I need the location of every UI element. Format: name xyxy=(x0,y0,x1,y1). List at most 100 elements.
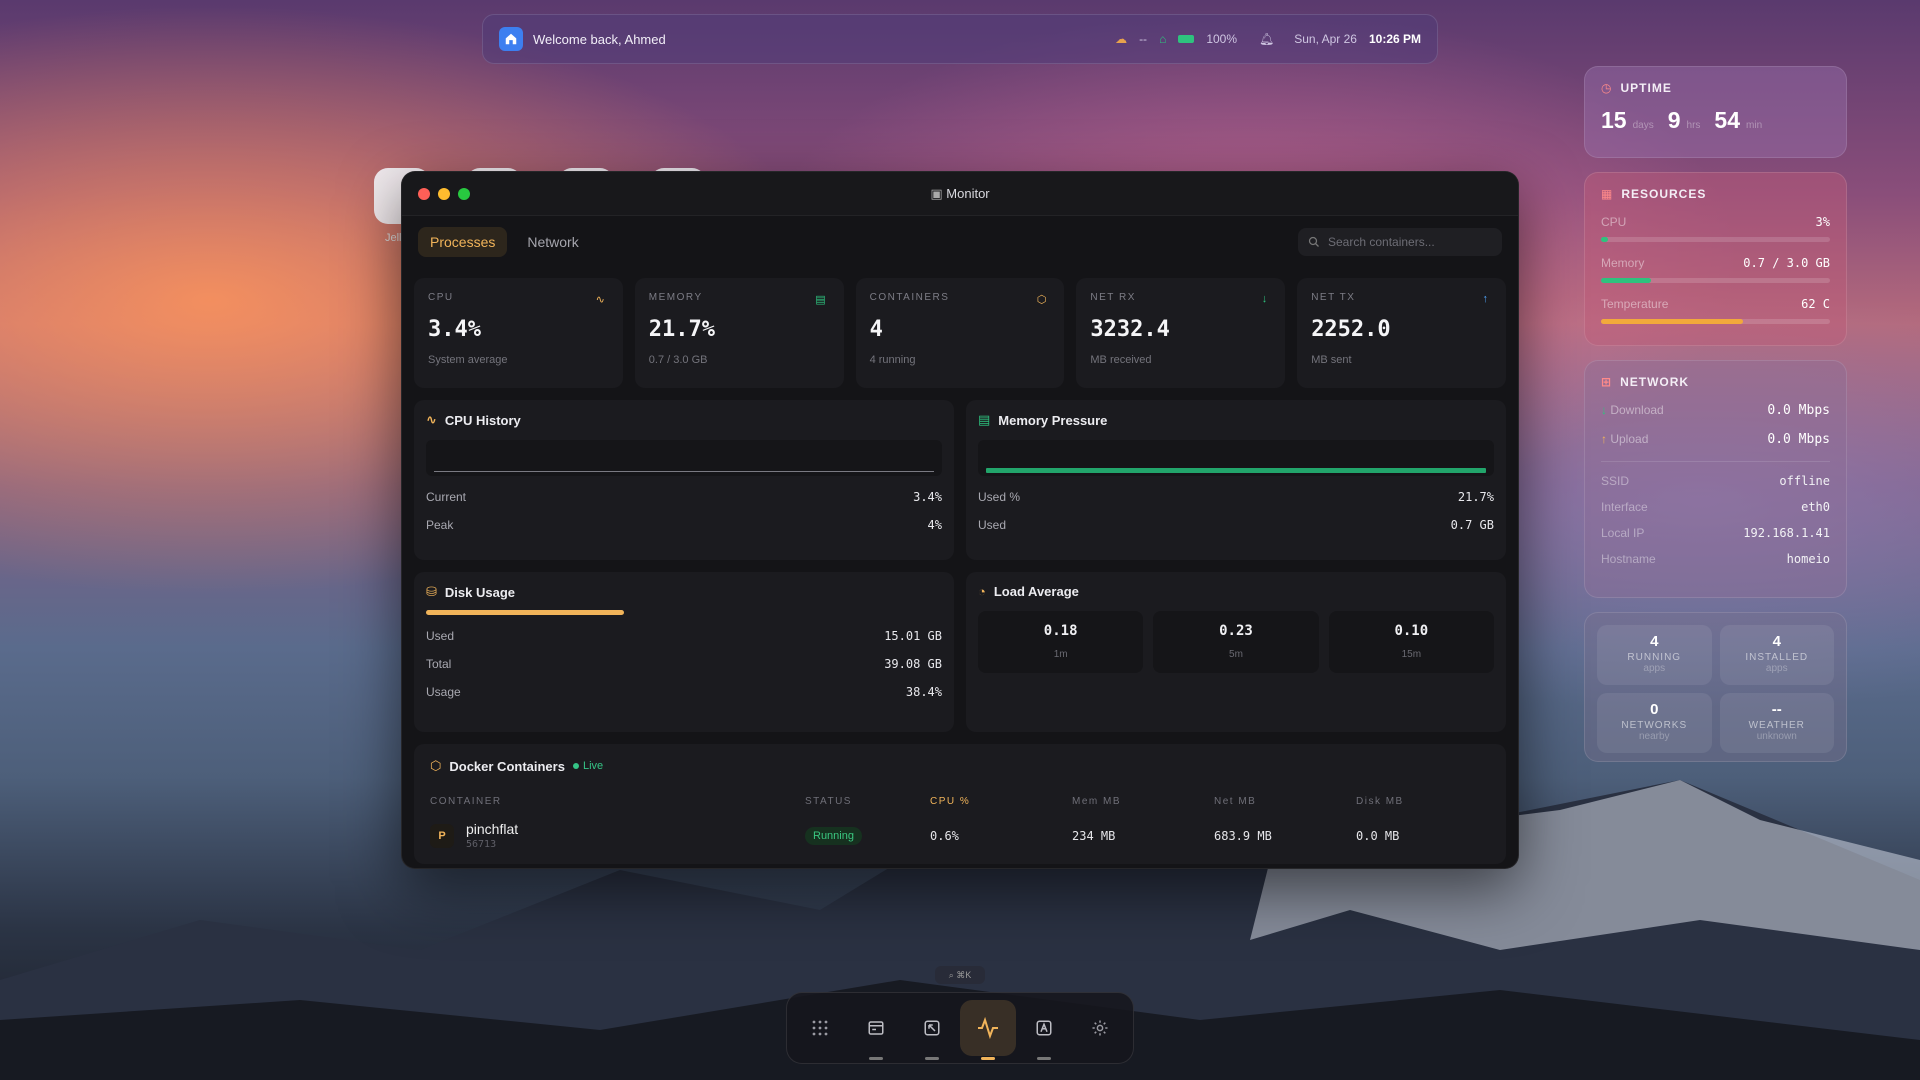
uptime-hours-unit: hrs xyxy=(1686,120,1701,131)
col-disk[interactable]: Disk MB xyxy=(1356,796,1476,807)
col-mem[interactable]: Mem MB xyxy=(1072,796,1214,807)
panel-title: Memory Pressure xyxy=(998,412,1108,428)
stat-label: MEMORY xyxy=(648,292,703,303)
row-label: Current xyxy=(426,490,467,504)
desktop-app-label: Jell xyxy=(385,232,402,244)
box-icon: ⬡ xyxy=(1036,294,1047,306)
dock-monitor[interactable] xyxy=(960,1000,1016,1060)
tile-installed[interactable]: 4 INSTALLED apps xyxy=(1719,625,1834,685)
monitor-window: ▣ Monitor Processes Network CPU ∿ 3.4% S… xyxy=(401,171,1519,869)
load-cell-5m: 0.23 5m xyxy=(1153,611,1319,673)
network-icon: ⌂ xyxy=(1159,32,1167,46)
row-label: Used xyxy=(978,518,1007,532)
maximize-button[interactable] xyxy=(458,187,470,200)
weather-icon: ☁ xyxy=(1115,32,1128,46)
info-value: offline xyxy=(1779,474,1830,488)
dock-app-launcher[interactable] xyxy=(792,1000,848,1056)
stat-card-net-tx: NET TX ↑ 2252.0 MB sent xyxy=(1297,278,1506,388)
uptime-minutes-unit: min xyxy=(1746,120,1763,131)
dock-settings[interactable] xyxy=(1072,1000,1128,1056)
memory-pressure-panel: ▤ Memory Pressure Used % 21.7% Used 0.7 GB xyxy=(966,400,1506,560)
row-value: 39.08 GB xyxy=(884,657,942,671)
uptime-days: 15 xyxy=(1601,107,1627,133)
activity-icon: ∿ xyxy=(426,412,437,427)
search-input[interactable] xyxy=(1328,235,1488,249)
col-net[interactable]: Net MB xyxy=(1214,796,1356,807)
disk-usage-panel: ⛁ Disk Usage Used 15.01 GB Total 39.08 GB U… xyxy=(414,572,954,732)
mem-cell: 234 MB xyxy=(1072,828,1116,843)
chart-icon: ▦ xyxy=(1601,187,1614,201)
container-avatar: P xyxy=(430,823,454,848)
col-cpu[interactable]: CPU % xyxy=(930,796,1072,807)
search-icon xyxy=(1308,236,1319,247)
tab-network[interactable]: Network xyxy=(515,227,590,257)
upload-label: Upload xyxy=(1610,432,1649,446)
tile-sub: apps xyxy=(1765,663,1788,674)
stat-card-net-rx: NET RX ↓ 3232.4 MB received xyxy=(1076,278,1286,388)
clock-icon: ◷ xyxy=(1601,81,1613,95)
disk-icon: ⛁ xyxy=(426,584,437,599)
table-row[interactable]: P pinchflat 56713 Running 0.6% 234 MB 68… xyxy=(430,821,1490,850)
tile-number: 0 xyxy=(1650,701,1659,718)
close-button[interactable] xyxy=(418,187,430,200)
resource-track xyxy=(1601,278,1830,283)
row-value: 21.7% xyxy=(1457,490,1494,504)
dock-app-store[interactable] xyxy=(1016,1000,1072,1060)
minimize-button[interactable] xyxy=(438,187,450,200)
download-icon: ↓ xyxy=(1601,403,1611,417)
panel-title: Docker Containers xyxy=(449,758,565,774)
arrow-down-icon: ↓ xyxy=(1261,293,1268,305)
tile-networks[interactable]: 0 NETWORKS nearby xyxy=(1597,693,1712,753)
box-icon: ⬡ xyxy=(430,758,442,773)
summary-tiles-widget: 4 RUNNING apps 4 INSTALLED apps 0 NETWORKS nea… xyxy=(1584,612,1847,762)
col-container[interactable]: CONTAINER xyxy=(430,796,805,807)
time-text: 10:26 PM xyxy=(1368,32,1421,46)
load-value: 0.10 xyxy=(1394,623,1429,639)
cursor-icon xyxy=(924,1020,940,1036)
tile-running[interactable]: 4 RUNNING apps xyxy=(1597,625,1712,685)
dock-files[interactable] xyxy=(848,1000,904,1060)
grid-icon xyxy=(812,1020,828,1036)
widget-title: NETWORK xyxy=(1620,375,1690,389)
widget-title: RESOURCES xyxy=(1621,187,1707,201)
docker-containers-panel: ⬡ Docker Containers Live CONTAINER STATU… xyxy=(414,744,1506,864)
row-label: Peak xyxy=(426,518,454,532)
info-label: SSID xyxy=(1601,474,1630,488)
stat-value: 3.4% xyxy=(428,317,481,342)
tile-sub: unknown xyxy=(1756,731,1797,742)
load-cell-15m: 0.10 15m xyxy=(1328,611,1494,673)
download-label: Download xyxy=(1610,403,1664,417)
load-value: 0.23 xyxy=(1219,623,1253,639)
uptime-widget: ◷ UPTIME 15 days 9 hrs 54 min xyxy=(1584,66,1847,158)
tile-sub: apps xyxy=(1643,663,1666,674)
info-value: homeio xyxy=(1786,552,1830,566)
weather-value: -- xyxy=(1139,32,1148,46)
dock-remote[interactable] xyxy=(904,1000,960,1060)
stat-sub: 0.7 / 3.0 GB xyxy=(648,354,708,366)
home-icon[interactable] xyxy=(499,27,523,51)
tab-processes[interactable]: Processes xyxy=(418,227,508,257)
resources-widget: ▦ RESOURCES CPU 3% Memory 0.7 / 3.0 GB Temp… xyxy=(1584,172,1847,346)
stat-card-memory: MEMORY ▤ 21.7% 0.7 / 3.0 GB xyxy=(634,278,844,388)
spotlight-hint[interactable]: ⌕ ⌘K xyxy=(935,966,985,984)
stat-label: NET TX xyxy=(1311,292,1356,303)
activity-icon: ∿ xyxy=(595,294,605,306)
tile-number: 4 xyxy=(1650,633,1659,650)
cpu-history-line xyxy=(434,471,934,472)
bell-icon[interactable]: 🔔︎ xyxy=(1259,32,1274,46)
tile-sub: nearby xyxy=(1638,731,1670,742)
network-icon: ⊞ xyxy=(1601,375,1613,389)
resource-value: 3% xyxy=(1815,215,1830,229)
row-value: 4% xyxy=(927,518,942,532)
tile-weather[interactable]: -- WEATHER unknown xyxy=(1719,693,1834,753)
resource-label: Temperature xyxy=(1601,297,1669,311)
row-label: Used % xyxy=(978,490,1021,504)
welcome-text: Welcome back, Ahmed xyxy=(533,31,666,47)
col-status[interactable]: STATUS xyxy=(805,796,930,807)
stat-sub: System average xyxy=(428,354,508,366)
row-value: 3.4% xyxy=(913,490,942,504)
memory-pressure-bar xyxy=(986,468,1486,473)
search-box[interactable] xyxy=(1298,228,1502,256)
row-value: 38.4% xyxy=(905,685,942,699)
upload-value: 0.0 Mbps xyxy=(1767,432,1830,447)
